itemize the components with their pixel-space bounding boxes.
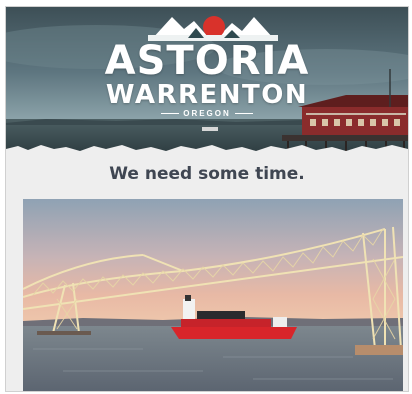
email-frame: ASTORIA WARRENTON OREGON We need some ti… — [5, 6, 409, 392]
logo-astoria-text: ASTORIA — [104, 38, 310, 84]
header-banner: ASTORIA WARRENTON OREGON — [6, 7, 408, 153]
bridge-photo — [23, 199, 403, 391]
logo-warrenton-text: WARRENTON — [105, 80, 309, 110]
astoria-warrenton-logo: ASTORIA WARRENTON OREGON — [6, 7, 408, 153]
logo-oregon-text: OREGON — [6, 109, 408, 118]
bridge-ship-image — [23, 199, 403, 391]
status-heading: We need some time. — [109, 164, 305, 184]
mountain-logo-icon — [148, 16, 278, 41]
